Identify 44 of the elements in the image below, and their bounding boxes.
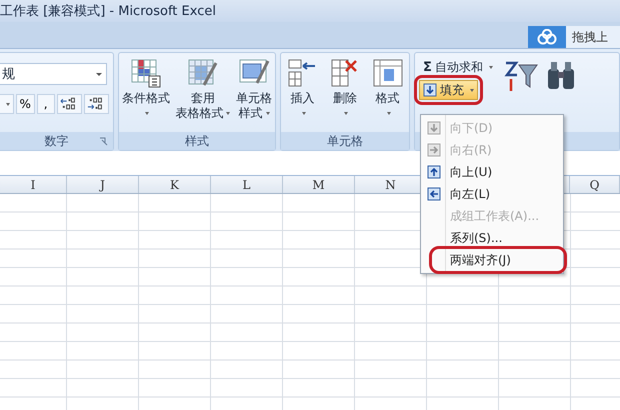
menu-item[interactable]: 向上(U) bbox=[421, 161, 563, 183]
currency-format-button[interactable] bbox=[0, 94, 14, 114]
percent-button[interactable]: % bbox=[16, 94, 35, 114]
ribbon-button[interactable]: 插入 bbox=[283, 57, 322, 132]
fill-arrow-icon bbox=[427, 121, 441, 135]
menu-item[interactable]: 系列(S)... bbox=[421, 227, 563, 249]
comma-button[interactable]: , bbox=[36, 94, 55, 114]
caret-icon bbox=[6, 102, 10, 106]
fill-arrow-icon bbox=[427, 143, 441, 157]
group-label: 单元格 bbox=[327, 132, 363, 150]
cloud-icon bbox=[536, 29, 558, 45]
menu-item[interactable]: 向左(L) bbox=[421, 183, 563, 205]
column-header[interactable]: I bbox=[30, 178, 36, 192]
caret-icon bbox=[96, 72, 102, 76]
window-title: 工作表 [兼容模式] - Microsoft Excel bbox=[0, 3, 216, 20]
column-header[interactable]: K bbox=[170, 178, 179, 192]
autosum-button[interactable]: Σ 自动求和 bbox=[419, 57, 497, 77]
caret-icon bbox=[470, 88, 474, 92]
upload-button[interactable]: 拖拽上 bbox=[528, 26, 620, 48]
fill-button[interactable]: 填充 bbox=[419, 80, 478, 100]
group-label: 数字 bbox=[44, 132, 68, 150]
caret-icon bbox=[488, 66, 493, 68]
fill-arrow-icon bbox=[427, 187, 441, 201]
sort-filter-icon[interactable] bbox=[502, 59, 539, 93]
format-cells-icon bbox=[370, 57, 405, 89]
fill-down-icon bbox=[423, 83, 437, 97]
column-header[interactable]: J bbox=[100, 178, 105, 192]
column-header[interactable]: M bbox=[312, 178, 325, 192]
menu-item[interactable]: 两端对齐(J) bbox=[421, 249, 563, 271]
column-header[interactable]: L bbox=[242, 178, 250, 192]
column-header[interactable]: N bbox=[385, 178, 396, 192]
ribbon-button[interactable]: 单元格 样式 bbox=[234, 57, 274, 132]
increase-decimal-button[interactable] bbox=[56, 94, 82, 114]
ribbon-button[interactable]: 套用 表格格式 bbox=[173, 57, 232, 132]
dialog-launcher-icon[interactable] bbox=[99, 137, 108, 146]
number-format-dropdown[interactable]: 规 bbox=[0, 63, 107, 85]
fill-arrow-icon bbox=[427, 165, 441, 179]
conditional-format-icon bbox=[128, 57, 163, 89]
group-label: 样式 bbox=[185, 132, 209, 150]
ribbon-button[interactable]: 格式 bbox=[368, 57, 407, 132]
column-header[interactable]: Q bbox=[590, 178, 600, 192]
decrease-decimal-button[interactable] bbox=[84, 94, 110, 114]
ribbon-button[interactable]: 条件格式 bbox=[120, 57, 172, 132]
ribbon-button[interactable]: 删除 bbox=[326, 57, 364, 132]
